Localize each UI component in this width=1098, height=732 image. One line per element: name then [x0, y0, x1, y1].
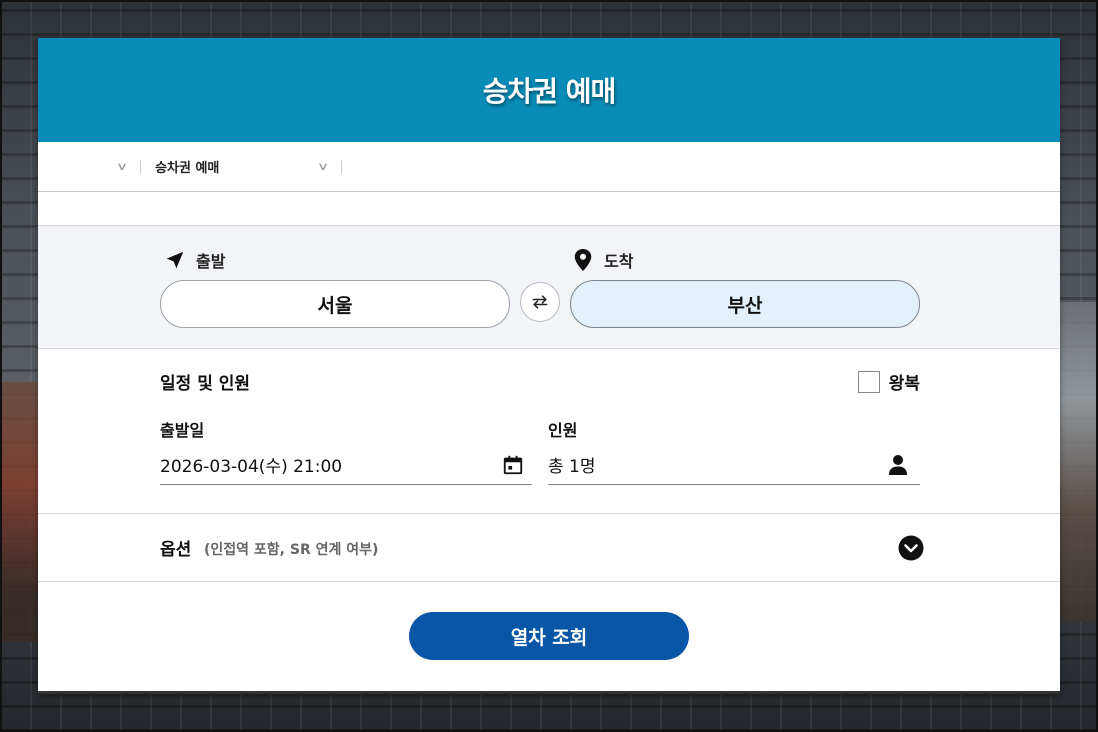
passenger-label: 인원	[548, 421, 578, 440]
roundtrip-checkbox[interactable]: 왕복	[857, 369, 920, 394]
chevron-down-icon: ∨	[115, 160, 129, 173]
page-title: 승차권 예매	[482, 75, 617, 108]
departure-label-text: 출발	[196, 252, 226, 271]
chevron-down-icon: ∨	[317, 160, 330, 173]
departure-date-field[interactable]: 2026-03-04(수) 21:00	[160, 445, 532, 485]
breadcrumb-divider	[140, 159, 142, 174]
spacer	[38, 192, 1060, 226]
passenger-value: 총 1명	[548, 457, 596, 477]
options-title: 옵션	[160, 540, 192, 560]
breadcrumb-current[interactable]: 승차권 예매 ∨	[155, 142, 343, 191]
calendar-icon	[503, 455, 523, 474]
checkbox-box[interactable]	[857, 370, 880, 393]
breadcrumb-home[interactable]: ∨	[115, 142, 155, 191]
swap-stations-button[interactable]	[520, 282, 560, 322]
departure-date-value: 2026-03-04(수) 21:00	[160, 457, 343, 477]
arrival-label: 도착	[572, 248, 633, 272]
date-label: 출발일	[160, 421, 205, 440]
arrival-station-button[interactable]: 부산	[570, 280, 920, 328]
chevron-down-circle-icon[interactable]	[898, 535, 924, 561]
departure-station-button[interactable]: 서울	[160, 280, 510, 328]
roundtrip-label: 왕복	[888, 374, 920, 394]
search-trains-button[interactable]: 열차 조회	[409, 612, 689, 660]
search-area: 열차 조회	[38, 582, 1060, 690]
departure-station-name: 서울	[317, 294, 353, 317]
route-section: 출발 도착 서울 부산	[38, 226, 1060, 349]
page-header: 승차권 예매	[38, 38, 1060, 142]
arrival-label-text: 도착	[604, 252, 634, 271]
navigation-arrow-icon	[166, 251, 184, 269]
background-decoration-left	[2, 382, 40, 642]
passenger-field[interactable]: 총 1명	[548, 445, 920, 485]
arrival-station-name: 부산	[727, 294, 763, 317]
person-icon	[889, 454, 907, 475]
options-subtitle: (인접역 포함, SR 연계 여부)	[204, 542, 379, 558]
departure-label: 출발	[164, 248, 225, 272]
swap-arrows-icon	[532, 295, 548, 309]
breadcrumb-divider	[341, 159, 343, 174]
schedule-section-title: 일정 및 인원	[160, 374, 251, 394]
options-accordion[interactable]: 옵션 (인접역 포함, SR 연계 여부)	[38, 514, 1060, 582]
background-decoration-right	[1058, 302, 1096, 622]
breadcrumb-current-label: 승차권 예매	[155, 161, 220, 176]
location-pin-icon	[574, 249, 592, 271]
breadcrumb: ∨ 승차권 예매 ∨	[38, 142, 1060, 192]
reservation-panel: 승차권 예매 ∨ 승차권 예매 ∨ 출발 도착 서울 부산 일정 및 인원 왕복…	[38, 38, 1060, 694]
schedule-section: 일정 및 인원 왕복 출발일 인원 2026-03-04(수) 21:00 총 …	[38, 349, 1060, 514]
